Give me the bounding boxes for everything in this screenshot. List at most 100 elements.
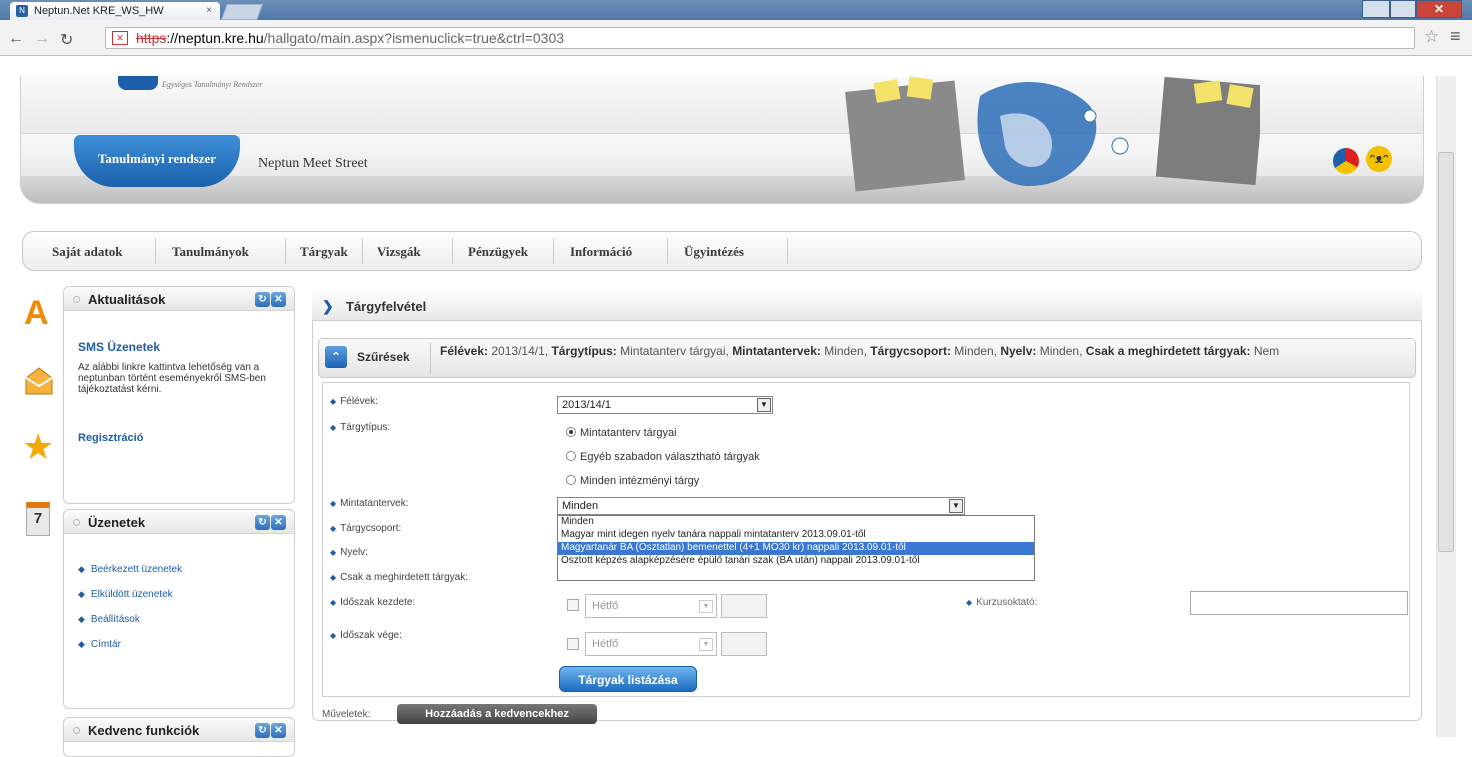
menu-own-data[interactable]: Saját adatok [52,244,122,260]
refresh-icon[interactable]: ↻ [255,515,270,530]
refresh-icon[interactable]: ↻ [255,292,270,307]
tab-close-icon[interactable]: × [206,5,212,16]
period-end-time-input[interactable] [721,632,767,656]
news-panel-header: Aktualitások ↻ ✕ [64,287,294,311]
main-panel-header [312,291,1422,321]
menu-subjects[interactable]: Tárgyak [300,244,348,260]
favorite-functions-panel: Kedvenc funkciók ↻ ✕ [63,717,295,757]
semester-select[interactable]: 2013/14/1 ▼ [557,396,773,414]
window-close-button[interactable]: ✕ [1416,0,1462,18]
curricula-dropdown-list[interactable]: Minden Magyar mint idegen nyelv tanára n… [557,515,1035,581]
neptun-favicon-icon: N [16,5,28,17]
diamond-bullet-icon: ◆ [78,564,85,574]
sms-register-link[interactable]: Regisztráció [78,432,143,444]
period-start-time-input[interactable] [721,594,767,618]
type-radio-elective[interactable]: Egyéb szabadon választható tárgyak [566,451,760,463]
news-a-icon[interactable]: A [24,296,50,330]
add-to-favorites-button[interactable]: Hozzáadás a kedvencekhez [397,704,597,724]
browser-menu-icon[interactable]: ≡ [1450,26,1461,47]
collapse-filter-icon[interactable]: ⌃ [325,346,347,368]
curricula-option[interactable]: Minden [558,516,1034,529]
period-start-label: ◆ Időszak kezdete: [330,597,416,608]
favorites-panel-header: Kedvenc funkciók ↻ ✕ [64,718,294,742]
period-start-checkbox[interactable] [567,599,579,611]
messages-panel-header: Üzenetek ↻ ✕ [64,510,294,534]
messages-inbox-link[interactable]: ◆ Beérkezett üzenetek [78,564,182,575]
close-icon[interactable]: ✕ [271,723,286,738]
calendar-icon[interactable]: 7 [26,502,50,536]
window-minimize-button[interactable] [1362,0,1390,18]
browser-titlebar [0,0,1472,20]
messages-directory-link[interactable]: ◆ Címtár [78,639,121,650]
period-end-label: ◆ Időszak vége: [330,630,402,641]
dropdown-arrow-icon[interactable]: ▼ [757,398,771,412]
page-title: Tárgyfelvétel [346,299,427,314]
menu-finances[interactable]: Pénzügyek [468,244,528,260]
refresh-icon[interactable]: ↻ [255,723,270,738]
address-bar[interactable]: ✕ https://neptun.kre.hu/hallgato/main.as… [105,27,1415,49]
period-end-day-value: Hétfő [592,638,619,650]
window-maximize-button[interactable] [1390,0,1416,18]
logo-subtitle: Egységes Tanulmányi Rendszer [162,80,263,89]
messages-settings-link[interactable]: ◆ Beállítások [78,614,140,625]
menu-separator [553,238,554,264]
diamond-bullet-icon: ◆ [78,639,85,649]
color-theme-icon[interactable] [1333,148,1359,174]
radio-selected[interactable] [566,427,576,437]
curricula-select[interactable]: Minden ▼ [557,497,965,515]
operations-label: Műveletek: [322,709,371,720]
list-subjects-button[interactable]: Tárgyak listázása [559,666,697,692]
url-protocol: https [136,30,167,46]
curricula-option[interactable]: Osztott képzés alapképzésére épülő tanár… [558,555,1034,568]
sms-title: SMS Üzenetek [78,340,161,354]
forward-icon[interactable]: → [34,30,50,48]
messages-sent-link[interactable]: ◆ Elküldött üzenetek [78,589,173,600]
filter-label: Szűrések [357,350,410,364]
type-radio-all[interactable]: Minden intézményi tárgy [566,475,699,487]
reload-icon[interactable]: ↻ [60,30,73,50]
smiley-icon[interactable]: ᵔᴥᵔ [1366,146,1392,172]
messages-settings-label: Beállítások [90,614,140,625]
bookmark-star-icon[interactable]: ☆ [1424,27,1439,47]
menu-separator [155,238,156,264]
dropdown-arrow-icon[interactable]: ▼ [949,499,963,513]
messages-inbox-label: Beérkezett üzenetek [90,564,183,575]
menu-separator [787,238,788,264]
curricula-option-highlighted[interactable]: Magyartanár BA (Osztatlan) bemenettel (4… [558,542,1034,555]
dropdown-arrow-icon[interactable]: ▼ [699,638,713,651]
favorites-star-icon[interactable]: ★ [22,429,54,465]
tab-study-system[interactable]: Tanulmányi rendszer [74,135,240,187]
radio-unselected[interactable] [566,451,576,461]
close-icon[interactable]: ✕ [271,292,286,307]
url-host: ://neptun.kre.hu [166,30,264,46]
diamond-bullet-icon: ◆ [78,614,85,624]
period-end-day-select[interactable]: Hétfő ▼ [585,632,717,656]
radio-unselected[interactable] [566,475,576,485]
menu-studies[interactable]: Tanulmányok [172,244,249,260]
dropdown-arrow-icon[interactable]: ▼ [699,600,713,613]
period-end-checkbox[interactable] [567,638,579,650]
browser-tab[interactable]: N Neptun.Net KRE_WS_HW × [10,2,220,20]
tab-meet-street[interactable]: Neptun Meet Street [258,156,368,172]
news-panel-title: Aktualitások [88,292,166,307]
scrollbar-thumb[interactable] [1438,152,1454,552]
diamond-bullet-icon: ◆ [78,589,85,599]
menu-separator [285,238,286,264]
curricula-option[interactable]: Magyar mint idegen nyelv tanára nappali … [558,529,1034,542]
menu-separator [362,238,363,264]
period-start-day-select[interactable]: Hétfő ▼ [585,594,717,618]
type-radio-curriculum[interactable]: Mintatanterv tárgyai [566,427,677,439]
filter-summary: Félévek: 2013/14/1, Tárgytípus: Mintatan… [440,344,1280,358]
menu-administration[interactable]: Ügyintézés [684,244,744,260]
menu-information[interactable]: Információ [570,244,632,260]
envelope-icon[interactable] [24,366,54,396]
semester-value: 2013/14/1 [562,399,611,411]
course-teacher-input[interactable] [1190,591,1408,615]
period-start-day-value: Hétfő [592,600,619,612]
new-tab-button[interactable] [221,4,263,20]
close-icon[interactable]: ✕ [271,515,286,530]
menu-exams[interactable]: Vizsgák [377,244,421,260]
back-icon[interactable]: ← [8,30,24,48]
sms-description: Az alábbi linkre kattintva lehetőség van… [78,362,266,395]
messages-panel-title: Üzenetek [88,515,146,530]
